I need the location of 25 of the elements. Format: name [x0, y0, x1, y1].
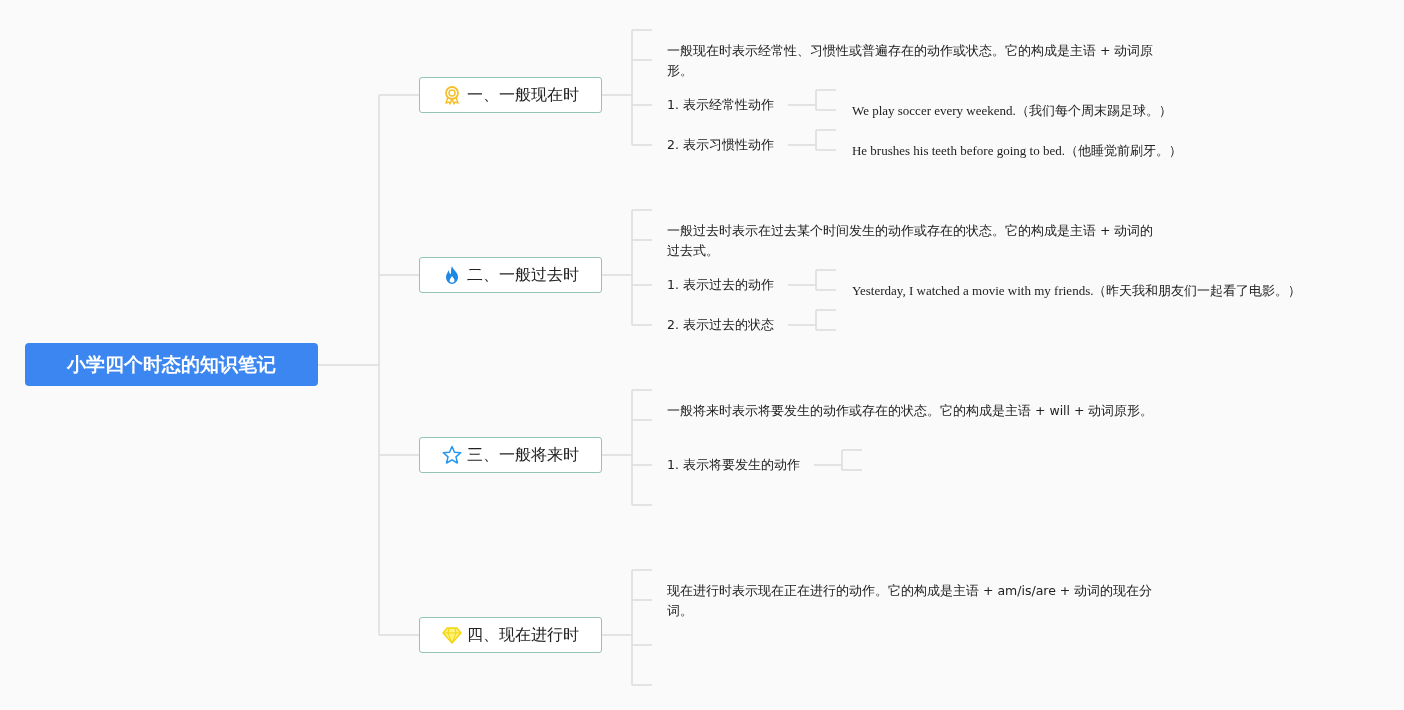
medal-icon [442, 85, 462, 105]
note-text: 一般现在时表示经常性、习惯性或普遍存在的动作或状态。它的构成是主语 + 动词原形。 [667, 42, 1155, 80]
note-text: 一般过去时表示在过去某个时间发生的动作或存在的状态。它的构成是主语 + 动词的过去式。 [667, 222, 1155, 260]
connector-line [787, 89, 836, 111]
subtopic-label[interactable]: 2. 表示过去的状态 [667, 305, 774, 335]
subtopic-label[interactable]: 1. 表示将要发生的动作 [667, 445, 800, 475]
root-topic[interactable]: 小学四个时态的知识笔记 [25, 343, 318, 386]
diamond-icon [442, 625, 462, 645]
star-icon [442, 445, 462, 465]
connector-line [813, 449, 862, 471]
connector-line [787, 129, 836, 151]
connector-line [787, 309, 836, 331]
note-text: 一般将来时表示将要发生的动作或存在的状态。它的构成是主语 + will + 动词原形。 [667, 402, 1155, 420]
subtopic-label[interactable]: 1. 表示过去的动作 [667, 265, 774, 295]
example-sentence: He brushes his teeth before going to bed.（他睡觉前刷牙。） [851, 142, 1182, 160]
example-sentence: Yesterday, I watched a movie with my friends.（昨天我和朋友们一起看了电影。） [851, 282, 1302, 300]
connector-line [787, 269, 836, 291]
branch-topic[interactable]: 四、现在进行时 [419, 617, 602, 653]
example-sentence: We play soccer every weekend.（我们每个周末踢足球。） [851, 102, 1172, 120]
branch-topic[interactable]: 二、一般过去时 [419, 257, 602, 293]
branch-topic[interactable]: 一、一般现在时 [419, 77, 602, 113]
subtopic-label[interactable]: 2. 表示习惯性动作 [667, 125, 774, 155]
branch-topic[interactable]: 三、一般将来时 [419, 437, 602, 473]
subtopic-label[interactable]: 1. 表示经常性动作 [667, 85, 774, 115]
note-text: 现在进行时表示现在正在进行的动作。它的构成是主语 + am/is/are + 动词的现在分词。 [667, 582, 1154, 620]
